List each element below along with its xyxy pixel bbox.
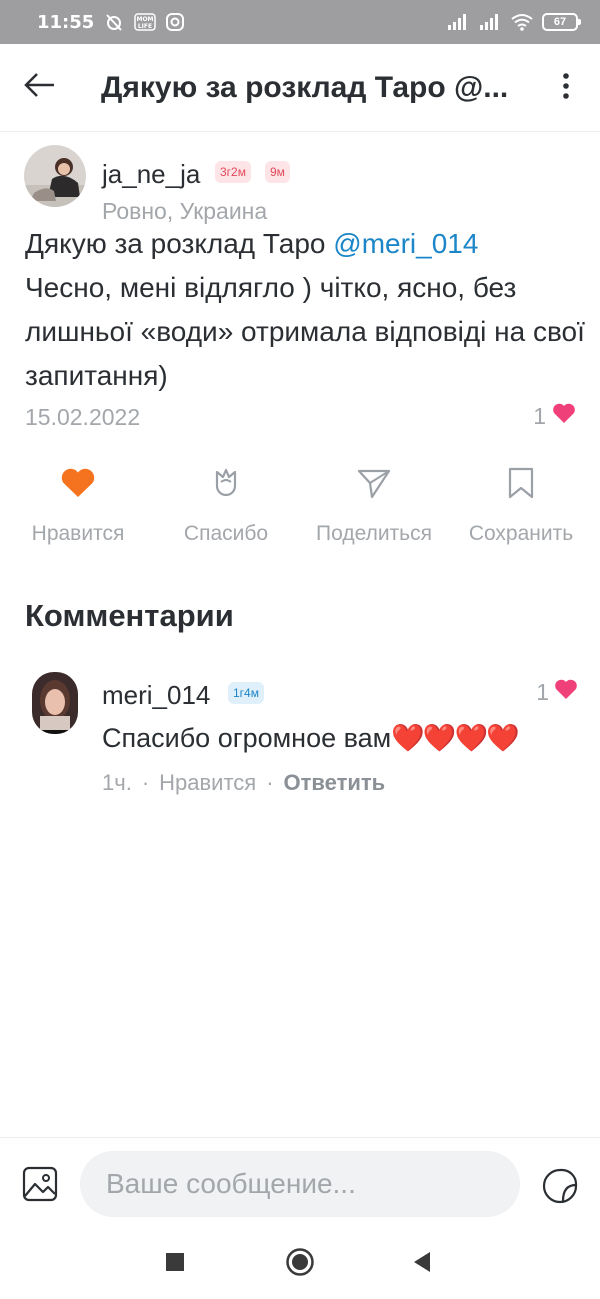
post-likes-count: 1	[533, 402, 546, 429]
heart-icon	[552, 402, 576, 430]
author-location: Ровно, Украина	[102, 198, 268, 224]
back-button[interactable]	[0, 44, 80, 132]
commenter-name[interactable]: meri_014	[102, 680, 210, 711]
post-mention-link[interactable]: @meri_014	[333, 228, 478, 259]
system-back-button[interactable]	[405, 1247, 439, 1281]
comments-title: Комментарии	[25, 598, 234, 633]
wifi-icon	[510, 13, 534, 31]
more-vertical-icon	[562, 72, 570, 105]
share-label: Поделиться	[316, 522, 432, 545]
svg-text:LIFE: LIFE	[138, 23, 152, 30]
battery-icon: 67	[542, 13, 581, 31]
comment-likes-count: 1	[536, 678, 549, 705]
save-label: Сохранить	[468, 522, 574, 545]
signal-icon	[478, 13, 502, 31]
sticker-icon	[541, 1167, 579, 1210]
send-icon	[356, 467, 392, 504]
like-button[interactable]: Нравится	[3, 462, 153, 546]
save-button[interactable]: Сохранить	[446, 462, 596, 546]
thanks-button[interactable]: Спасибо	[151, 462, 301, 546]
app-bar: Дякую за розклад Таро @...	[0, 44, 600, 132]
meta-separator: ·	[266, 770, 274, 795]
author-child-badge: 9м	[265, 161, 290, 183]
signal-icon	[446, 13, 470, 31]
back-arrow-icon	[23, 72, 57, 103]
system-nav-bar	[0, 1229, 600, 1299]
comment: meri_014 1г4м 1 Спасибо огромное вам❤️❤️…	[0, 672, 600, 812]
comment-like-link[interactable]: Нравится	[159, 770, 256, 796]
recents-button[interactable]	[158, 1247, 192, 1281]
square-icon	[165, 1252, 185, 1277]
page-title: Дякую за розклад Таро @...	[101, 70, 509, 104]
message-input[interactable]	[80, 1151, 520, 1217]
triangle-back-icon	[412, 1251, 432, 1278]
thanks-label: Спасибо	[183, 522, 269, 545]
comment-text-body: Спасибо огромное вам	[102, 723, 392, 753]
tulip-icon	[210, 466, 242, 505]
commenter-avatar[interactable]	[32, 672, 78, 734]
author-name[interactable]: ja_ne_ja	[102, 159, 200, 190]
share-button[interactable]: Поделиться	[299, 462, 449, 546]
comment-meta: 1ч. · Нравится · Ответить	[102, 770, 385, 796]
comment-reply-link[interactable]: Ответить	[284, 770, 386, 796]
like-label: Нравится	[31, 522, 125, 545]
status-bar: 11:55 MOM LIFE 67	[0, 0, 600, 44]
mom-life-icon: MOM LIFE	[134, 12, 157, 32]
comment-text: Спасибо огромное вам❤️❤️❤️❤️	[102, 722, 520, 754]
post-likes[interactable]: 1	[533, 402, 576, 430]
home-circle-icon	[285, 1247, 315, 1282]
comment-likes[interactable]: 1	[536, 678, 578, 706]
image-icon	[22, 1166, 58, 1207]
heart-icon	[554, 678, 578, 706]
post-text-body: Дякую за розклад Таро	[25, 228, 334, 259]
sticker-button[interactable]	[538, 1166, 582, 1210]
post-date: 15.02.2022	[25, 404, 141, 430]
commenter-badge: 1г4м	[228, 682, 264, 704]
no-alarm-icon	[104, 12, 124, 32]
heart-filled-icon	[60, 467, 96, 504]
bookmark-icon	[506, 466, 536, 505]
post-actions: Нравится Спасибо Поделиться Сохранить	[0, 462, 600, 552]
instagram-icon	[166, 13, 185, 31]
comment-time: 1ч.	[102, 770, 132, 795]
meta-separator: ·	[141, 770, 150, 795]
comment-hearts: ❤️❤️❤️❤️	[391, 723, 519, 753]
post-text-continued: Чесно, мені відлягло ) чітко, ясно, без …	[25, 272, 585, 391]
attach-image-button[interactable]	[20, 1166, 60, 1206]
svg-text:MOM: MOM	[137, 16, 154, 23]
status-time: 11:55	[37, 11, 95, 33]
author-avatar[interactable]	[24, 145, 86, 207]
home-button[interactable]	[283, 1247, 317, 1281]
post-author[interactable]: ja_ne_ja 3г2м 9м Ровно, Украина	[24, 145, 584, 225]
post-text: Дякую за розклад Таро @meri_014 Чесно, м…	[25, 222, 585, 398]
more-options-button[interactable]	[550, 66, 582, 110]
message-composer	[0, 1137, 600, 1229]
author-age-badge: 3г2м	[215, 161, 251, 183]
